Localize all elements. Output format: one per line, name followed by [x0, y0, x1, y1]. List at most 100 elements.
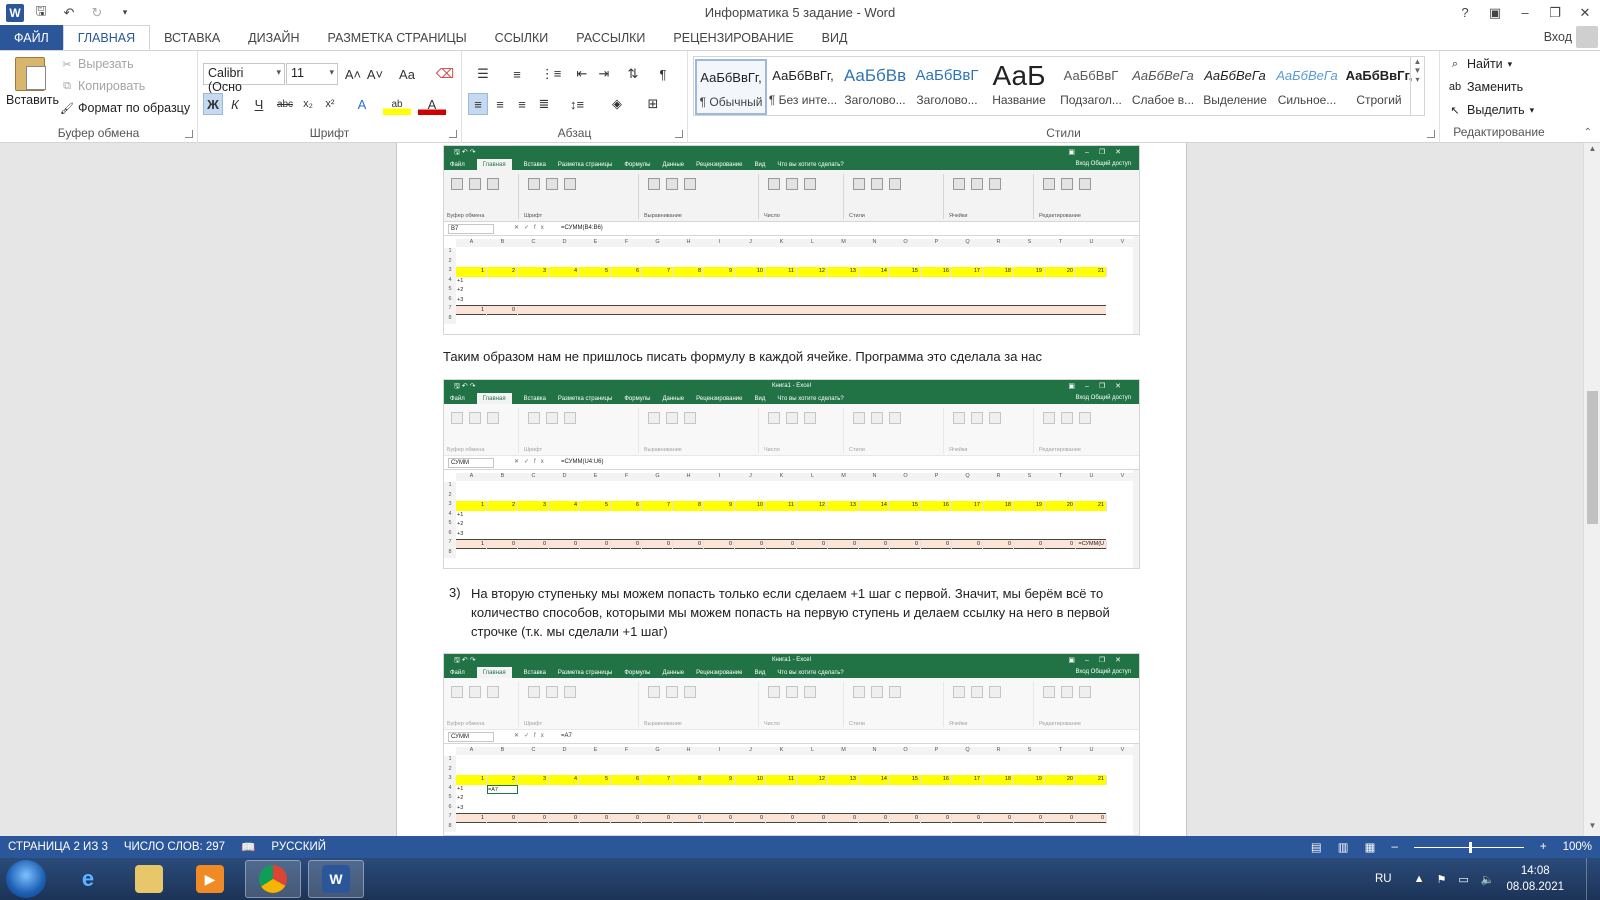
zoom-in-icon[interactable]: + — [1540, 841, 1547, 853]
sort-icon[interactable]: ⇅ — [622, 63, 644, 85]
clipboard-launcher-icon[interactable] — [185, 130, 193, 138]
underline-button[interactable]: Ч — [247, 93, 271, 115]
borders-icon[interactable]: ⊞ — [638, 93, 668, 115]
vertical-scrollbar[interactable]: ▲ ▼ — [1583, 143, 1600, 836]
action-center-icon[interactable]: ⚑ — [1436, 873, 1446, 886]
close-button[interactable]: ✕ — [1570, 0, 1600, 25]
redo-icon[interactable]: ↻ — [86, 3, 108, 23]
replace-button[interactable]: ab Заменить — [1448, 80, 1523, 94]
style-no-spacing[interactable]: АаБбВвГг, ¶ Без инте... — [767, 59, 839, 115]
line-spacing-icon[interactable]: ↕≡ — [562, 93, 592, 115]
justify-icon[interactable]: ≣ — [534, 93, 554, 115]
zoom-out-icon[interactable]: – — [1391, 841, 1397, 853]
tab-view[interactable]: ВИД — [808, 25, 862, 50]
chrome-taskbar-icon[interactable] — [245, 860, 301, 898]
superscript-button[interactable]: x² — [320, 93, 340, 115]
strikethrough-button[interactable]: abc — [274, 93, 296, 115]
tab-insert[interactable]: ВСТАВКА — [150, 25, 234, 50]
scroll-up-icon[interactable]: ▲ — [1584, 144, 1600, 158]
ie-taskbar-icon[interactable]: e — [60, 860, 116, 898]
tab-references[interactable]: ССЫЛКИ — [481, 25, 563, 50]
show-desktop-button[interactable] — [1586, 858, 1600, 900]
numbering-icon[interactable]: ≡ — [502, 63, 532, 85]
collapse-ribbon-icon[interactable]: ⌃ — [1584, 127, 1592, 138]
start-button[interactable] — [6, 860, 46, 898]
text-effects-button[interactable]: A — [348, 93, 376, 115]
media-player-taskbar-icon[interactable]: ▶ — [182, 860, 238, 898]
style-heading-2[interactable]: АаБбВвГ Заголово... — [911, 59, 983, 115]
bold-button[interactable]: Ж — [203, 93, 223, 115]
print-layout-icon[interactable]: ▥ — [1338, 840, 1349, 854]
align-left-icon[interactable]: ≡ — [468, 93, 488, 115]
clear-formatting-icon[interactable]: ⌫ — [434, 63, 456, 85]
subscript-button[interactable]: x₂ — [298, 93, 318, 115]
style-emphasis[interactable]: АаБбВеГа Выделение — [1199, 59, 1271, 115]
grow-font-button[interactable]: A˄ — [343, 63, 363, 85]
web-layout-icon[interactable]: ▦ — [1365, 840, 1376, 854]
word-taskbar-icon[interactable]: W — [308, 860, 364, 898]
tab-file[interactable]: ФАЙЛ — [0, 25, 63, 50]
minimize-button[interactable]: – — [1510, 0, 1540, 25]
page-count[interactable]: СТРАНИЦА 2 ИЗ 3 — [0, 841, 116, 853]
undo-icon[interactable]: ↶ — [58, 3, 80, 23]
network-icon[interactable]: ▭ — [1458, 873, 1468, 886]
input-language[interactable]: RU — [1375, 873, 1392, 885]
font-launcher-icon[interactable] — [449, 130, 457, 138]
tab-review[interactable]: РЕЦЕНЗИРОВАНИЕ — [659, 25, 807, 50]
increase-indent-icon[interactable]: ⇥ — [594, 63, 614, 85]
clock[interactable]: 14:08 08.08.2021 — [1506, 863, 1564, 895]
shading-icon[interactable]: ◈ — [602, 93, 632, 115]
zoom-slider[interactable] — [1413, 841, 1524, 853]
change-case-button[interactable]: Aa — [393, 63, 421, 85]
restore-button[interactable]: ❐ — [1540, 0, 1570, 25]
customize-qat-icon[interactable]: ▾ — [114, 3, 136, 23]
ribbon-display-options-button[interactable]: ▣ — [1480, 0, 1510, 25]
font-color-button[interactable]: A — [418, 93, 446, 115]
style-intense-emphasis[interactable]: АаБбВеГа Сильное... — [1271, 59, 1343, 115]
zoom-level[interactable]: 100% — [1563, 841, 1592, 853]
find-button[interactable]: ⌕ Найти ▾ — [1448, 57, 1512, 71]
bullets-icon[interactable]: ☰ — [468, 63, 498, 85]
zoom-slider-thumb[interactable] — [1468, 841, 1472, 853]
align-center-icon[interactable]: ≡ — [490, 93, 510, 115]
highlight-color-button[interactable]: ab — [383, 93, 411, 115]
font-name-select[interactable]: Calibri (Осно ▾ — [203, 63, 285, 94]
scrollbar-thumb[interactable] — [1587, 391, 1598, 524]
style-heading-1[interactable]: АаБбВв Заголово... — [839, 59, 911, 115]
style-title[interactable]: АаБ Название — [983, 59, 1055, 115]
cut-button[interactable]: ✂ Вырезать — [60, 57, 133, 71]
paste-button[interactable]: Вставить — [6, 55, 59, 119]
style-normal[interactable]: АаБбВвГг, ¶ Обычный — [695, 59, 767, 115]
style-subtitle[interactable]: АаБбВвГ Подзагол... — [1055, 59, 1127, 115]
save-icon[interactable]: 🖫 — [30, 3, 52, 23]
pilcrow-icon[interactable]: ¶ — [652, 63, 674, 85]
italic-button[interactable]: К — [225, 93, 245, 115]
copy-button[interactable]: ⧉ Копировать — [60, 79, 145, 93]
show-hidden-icons-icon[interactable]: ▲ — [1414, 873, 1425, 885]
help-button[interactable]: ? — [1450, 0, 1480, 25]
multilevel-list-icon[interactable]: ⋮≡ — [536, 63, 566, 85]
proofing-icon[interactable]: 📖 — [233, 840, 263, 854]
scroll-down-icon[interactable]: ▼ — [1584, 821, 1600, 835]
decrease-indent-icon[interactable]: ⇤ — [572, 63, 592, 85]
styles-launcher-icon[interactable] — [1427, 130, 1435, 138]
shrink-font-button[interactable]: A˅ — [365, 63, 385, 85]
align-right-icon[interactable]: ≡ — [512, 93, 532, 115]
word-count[interactable]: ЧИСЛО СЛОВ: 297 — [116, 841, 233, 853]
style-strong[interactable]: АаБбВвГг, Строгий — [1343, 59, 1415, 115]
font-size-select[interactable]: 11 ▾ — [286, 63, 338, 85]
volume-icon[interactable]: 🔈 — [1481, 873, 1495, 886]
tab-mailings[interactable]: РАССЫЛКИ — [562, 25, 659, 50]
language-indicator[interactable]: РУССКИЙ — [263, 841, 334, 853]
avatar[interactable] — [1576, 26, 1598, 48]
paragraph-launcher-icon[interactable] — [675, 130, 683, 138]
sign-in-link[interactable]: Вход — [1544, 30, 1572, 44]
tab-layout[interactable]: РАЗМЕТКА СТРАНИЦЫ — [314, 25, 481, 50]
style-subtle-emphasis[interactable]: АаБбВеГа Слабое в... — [1127, 59, 1199, 115]
read-mode-icon[interactable]: ▤ — [1311, 840, 1322, 854]
tab-design[interactable]: ДИЗАЙН — [234, 25, 313, 50]
explorer-taskbar-icon[interactable] — [121, 860, 177, 898]
gallery-scroll[interactable]: ▲ ▼ ▾ — [1410, 57, 1424, 115]
tab-home[interactable]: ГЛАВНАЯ — [62, 25, 151, 50]
select-button[interactable]: ↖ Выделить ▾ — [1448, 103, 1534, 117]
